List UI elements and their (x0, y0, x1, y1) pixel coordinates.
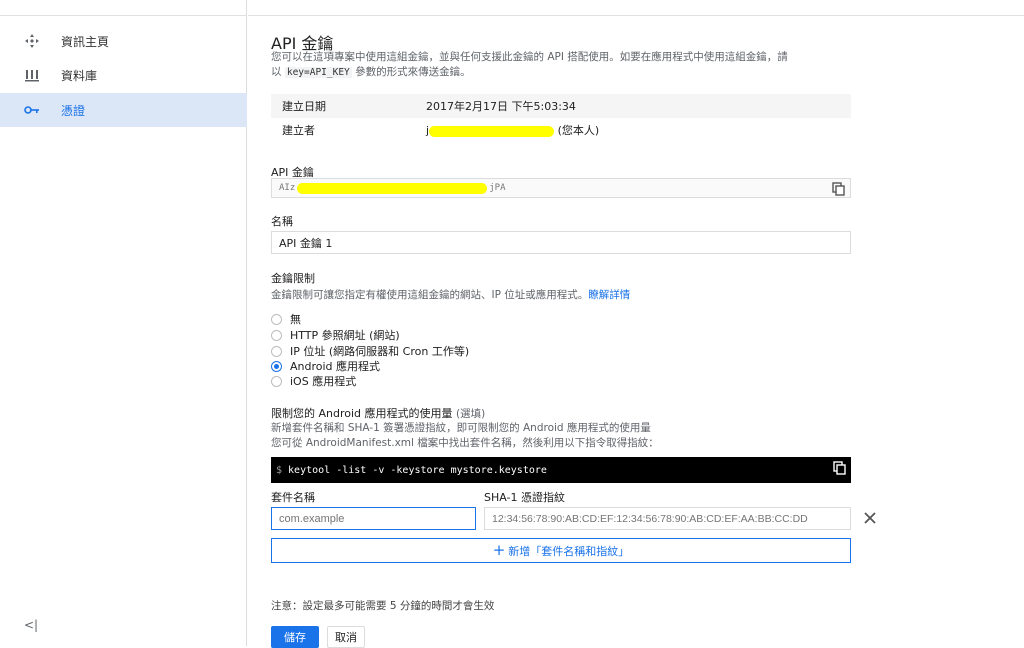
redaction-mark (429, 125, 555, 137)
copy-icon[interactable] (833, 461, 847, 478)
optional-tag: (選填) (456, 408, 486, 420)
restriction-option-ip-addresses[interactable]: IP 位址 (網路伺服器和 Cron 工作等) (271, 343, 469, 359)
sidebar-top-divider (0, 15, 247, 16)
sidebar-item-dashboard[interactable]: 資訊主頁 (0, 24, 247, 58)
created-date-value: 2017年2月17日 下午5:03:34 (426, 100, 576, 113)
description-line-1: 您可以在這項專案中使用這組金鑰，並與任何支援此金鑰的 API 搭配使用。如要在應… (271, 51, 788, 63)
sidebar-item-label: 憑證 (61, 103, 86, 118)
plus-icon: + (492, 541, 506, 559)
radio-label: HTTP 參照網址 (網站) (290, 329, 400, 342)
creator-label: 建立者 (282, 124, 315, 137)
api-key-field[interactable]: AIz jPA (271, 178, 851, 198)
creator-row: 建立者 j (您本人) (271, 118, 851, 142)
api-key-prefix: AIz (279, 183, 296, 193)
description-text: 參數的形式來傳送金鑰。 (355, 66, 471, 78)
radio-label: iOS 應用程式 (290, 375, 357, 388)
radio-button[interactable] (271, 375, 282, 387)
key-icon (24, 102, 40, 118)
description-line-2: 以 key=API_KEY 參數的形式來傳送金鑰。 (271, 65, 871, 80)
creator-suffix: (您本人) (557, 124, 600, 137)
save-button[interactable]: 儲存 (271, 626, 319, 648)
key-restrictions-text: 金鑰限制可讓您指定有權使用這組金鑰的網站、IP 位址或應用程式。 (271, 289, 589, 301)
sidebar: 資訊主頁 資料庫 憑證 <| (0, 0, 247, 646)
redaction-mark (297, 182, 488, 194)
name-label: 名稱 (271, 215, 293, 228)
radio-label: IP 位址 (網路伺服器和 Cron 工作等) (290, 345, 470, 358)
sidebar-item-library[interactable]: 資料庫 (0, 58, 247, 92)
radio-label: 無 (290, 313, 301, 326)
sidebar-item-credentials[interactable]: 憑證 (0, 93, 247, 127)
package-name-label: 套件名稱 (271, 491, 315, 504)
add-package-fingerprint-button[interactable]: + 新增「套件名稱和指紋」 (271, 538, 851, 563)
restriction-option-http-referrers[interactable]: HTTP 參照網址 (網站) (271, 327, 400, 343)
android-restriction-title: 限制您的 Android 應用程式的使用量 (選填) (271, 405, 485, 421)
api-key-suffix: jPA (489, 183, 506, 193)
add-button-label: 新增「套件名稱和指紋」 (508, 544, 630, 558)
settings-note: 注意：設定最多可能需要 5 分鐘的時間才會生效 (271, 600, 495, 612)
created-date-row: 建立日期 2017年2月17日 下午5:03:34 (271, 94, 851, 118)
cancel-button[interactable]: 取消 (327, 626, 365, 648)
radio-button-selected[interactable] (271, 360, 282, 372)
sidebar-item-label: 資料庫 (61, 68, 98, 83)
keytool-command-box: $ keytool -list -v -keystore mystore.key… (271, 457, 851, 483)
command-prompt: $ (276, 464, 283, 476)
creator-value: j (您本人) (426, 122, 851, 138)
name-input-value: API 金鑰 1 (279, 236, 333, 250)
radio-label: Android 應用程式 (290, 360, 381, 373)
sha1-label: SHA-1 憑證指紋 (484, 491, 566, 504)
name-input[interactable]: API 金鑰 1 (271, 231, 851, 254)
radio-button[interactable] (271, 345, 282, 357)
created-date-label: 建立日期 (282, 100, 326, 113)
restriction-option-none[interactable]: 無 (271, 311, 301, 327)
package-name-input[interactable] (271, 507, 476, 530)
sidebar-item-label: 資訊主頁 (61, 34, 110, 49)
learn-more-link[interactable]: 瞭解詳情 (588, 289, 630, 301)
android-restriction-title-text: 限制您的 Android 應用程式的使用量 (271, 407, 453, 420)
android-description-1: 新增套件名稱和 SHA-1 簽署憑證指紋，即可限制您的 Android 應用程式… (271, 422, 651, 434)
key-restrictions-label: 金鑰限制 (271, 272, 315, 285)
header-divider (248, 15, 1024, 16)
android-description-2: 您可從 AndroidManifest.xml 檔案中找出套件名稱，然後利用以下… (271, 437, 659, 449)
description-text: 以 (271, 66, 282, 78)
radio-button[interactable] (271, 329, 282, 341)
restriction-option-ios-apps[interactable]: iOS 應用程式 (271, 373, 356, 389)
restriction-option-android-apps[interactable]: Android 應用程式 (271, 358, 380, 374)
key-info-table: 建立日期 2017年2月17日 下午5:03:34 建立者 j (您本人) (271, 94, 851, 142)
close-icon[interactable] (861, 509, 879, 527)
collapse-sidebar-button[interactable]: <| (24, 618, 38, 632)
copy-icon[interactable] (832, 182, 846, 196)
api-key-param-code: key=API_KEY (284, 67, 352, 78)
dashboard-icon (24, 33, 40, 49)
page-description: 您可以在這項專案中使用這組金鑰，並與任何支援此金鑰的 API 搭配使用。如要在應… (271, 50, 871, 80)
library-icon (24, 67, 40, 83)
radio-button[interactable] (271, 313, 282, 325)
keytool-command: keytool -list -v -keystore mystore.keyst… (288, 464, 547, 476)
sha1-fingerprint-input[interactable] (484, 507, 851, 530)
key-restrictions-description: 金鑰限制可讓您指定有權使用這組金鑰的網站、IP 位址或應用程式。瞭解詳情 (271, 287, 630, 302)
